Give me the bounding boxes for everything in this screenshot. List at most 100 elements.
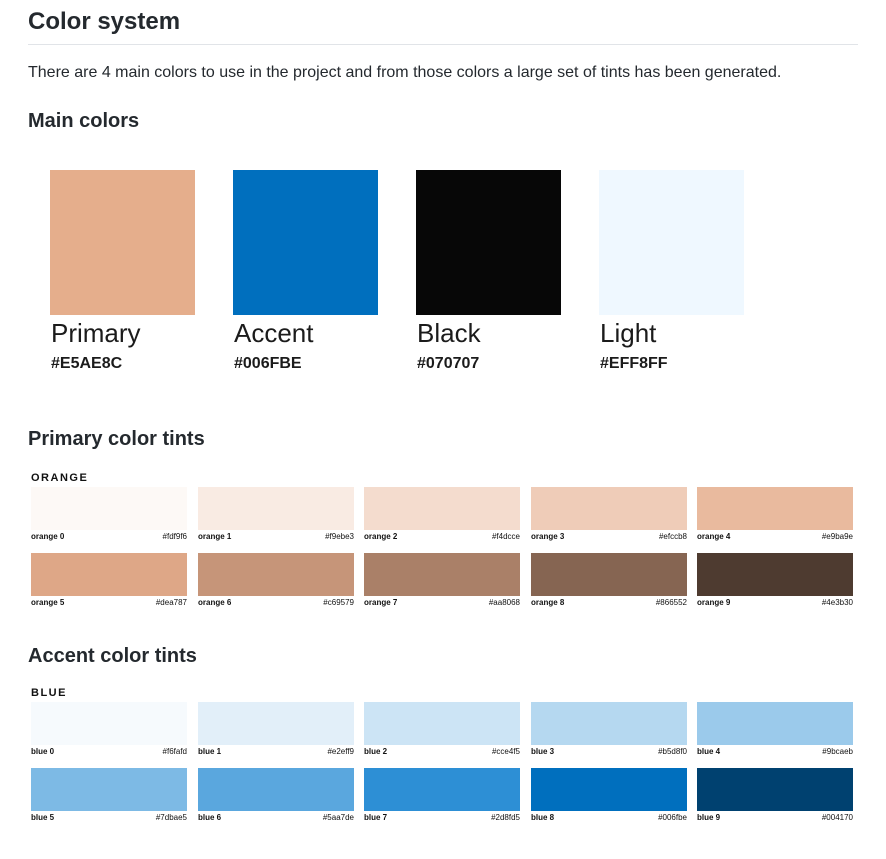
tint-hex: #dea787 [155,598,187,607]
tint-hex: #9bcaeb [822,747,853,756]
tint-caption: orange 0 #fdf9f6 [31,532,187,542]
tint-swatch [531,768,687,811]
main-color-hex: #E5AE8C [51,355,123,372]
main-color-hex: #070707 [417,355,480,372]
tint-name: blue 1 [198,747,222,756]
tint-caption: blue 9 #004170 [697,813,853,823]
tint-name: orange 9 [697,598,731,607]
orange-tint-7: orange 7 #aa8068 [364,553,520,608]
main-swatch [50,170,195,315]
blue-tint-0: blue 0 #f6fafd [31,702,187,757]
main-color-hex: #006FBE [234,355,302,372]
tint-hex: #5aa7de [322,813,354,822]
tint-hex: #866552 [655,598,687,607]
tint-swatch [364,487,520,530]
tint-name: blue 2 [364,747,388,756]
orange-tint-5: orange 5 #dea787 [31,553,187,608]
blue-tint-3: blue 3 #b5d8f0 [531,702,687,757]
tint-hex: #b5d8f0 [658,747,687,756]
tint-caption: orange 4 #e9ba9e [697,532,853,542]
blue-tint-8: blue 8 #006fbe [531,768,687,823]
tint-hex: #c69579 [323,598,354,607]
tint-caption: blue 1 #e2eff9 [198,747,354,757]
orange-tint-3: orange 3 #efccb8 [531,487,687,542]
tint-swatch [31,487,187,530]
main-swatch [599,170,744,315]
blue-tint-1: blue 1 #e2eff9 [198,702,354,757]
tint-hex: #4e3b30 [821,598,853,607]
main-swatch [233,170,378,315]
intro-text: There are 4 main colors to use in the pr… [28,64,782,81]
blue-group-label: BLUE [31,687,67,699]
tint-hex: #2d8fd5 [491,813,520,822]
tint-caption: orange 7 #aa8068 [364,598,520,608]
tint-swatch [697,553,853,596]
title-divider [28,44,858,45]
tint-swatch [531,487,687,530]
tint-swatch [697,702,853,745]
tint-hex: #f6fafd [162,747,187,756]
main-swatch [416,170,561,315]
tint-swatch [31,702,187,745]
tint-name: blue 8 [531,813,555,822]
blue-tint-5: blue 5 #7dbae5 [31,768,187,823]
tint-caption: orange 8 #866552 [531,598,687,608]
tint-name: orange 4 [697,532,731,541]
tint-swatch [531,702,687,745]
orange-tint-2: orange 2 #f4dcce [364,487,520,542]
tint-caption: blue 6 #5aa7de [198,813,354,823]
tint-swatch [364,702,520,745]
tint-swatch [364,553,520,596]
tint-name: orange 8 [531,598,565,607]
main-color-name: Primary [51,318,141,348]
blue-tint-6: blue 6 #5aa7de [198,768,354,823]
tint-hex: #006fbe [658,813,687,822]
tint-hex: #004170 [821,813,853,822]
tint-caption: blue 2 #cce4f5 [364,747,520,757]
main-color-name: Accent [234,318,314,348]
tint-name: blue 5 [31,813,55,822]
tint-swatch [364,768,520,811]
tint-name: orange 0 [31,532,65,541]
tint-hex: #efccb8 [658,532,687,541]
tint-name: blue 4 [697,747,721,756]
orange-tint-4: orange 4 #e9ba9e [697,487,853,542]
primary-tints-heading: Primary color tints [28,428,205,450]
tint-caption: blue 4 #9bcaeb [697,747,853,757]
orange-tint-9: orange 9 #4e3b30 [697,553,853,608]
tint-caption: blue 5 #7dbae5 [31,813,187,823]
blue-tint-7: blue 7 #2d8fd5 [364,768,520,823]
tint-caption: orange 5 #dea787 [31,598,187,608]
tint-swatch [198,487,354,530]
tint-caption: blue 8 #006fbe [531,813,687,823]
main-colors-heading: Main colors [28,110,140,132]
accent-tints-heading: Accent color tints [28,645,197,667]
tint-name: orange 6 [198,598,232,607]
tint-name: orange 3 [531,532,565,541]
tint-name: blue 6 [198,813,222,822]
blue-tint-9: blue 9 #004170 [697,768,853,823]
tint-caption: orange 6 #c69579 [198,598,354,608]
tint-swatch [697,487,853,530]
tint-caption: orange 3 #efccb8 [531,532,687,542]
tint-swatch [531,553,687,596]
main-color-hex: #EFF8FF [600,355,668,372]
tint-hex: #fdf9f6 [162,532,187,541]
tint-swatch [697,768,853,811]
tint-swatch [31,553,187,596]
tint-name: orange 7 [364,598,398,607]
tint-name: orange 1 [198,532,232,541]
tint-name: blue 9 [697,813,721,822]
tint-caption: blue 3 #b5d8f0 [531,747,687,757]
tint-hex: #cce4f5 [491,747,520,756]
tint-name: blue 7 [364,813,388,822]
tint-name: orange 5 [31,598,65,607]
blue-tint-4: blue 4 #9bcaeb [697,702,853,757]
tint-hex: #7dbae5 [155,813,187,822]
tint-hex: #f4dcce [491,532,520,541]
tint-name: blue 3 [531,747,555,756]
tint-swatch [198,768,354,811]
tint-caption: orange 1 #f9ebe3 [198,532,354,542]
tint-hex: #f9ebe3 [325,532,354,541]
orange-tint-0: orange 0 #fdf9f6 [31,487,187,542]
